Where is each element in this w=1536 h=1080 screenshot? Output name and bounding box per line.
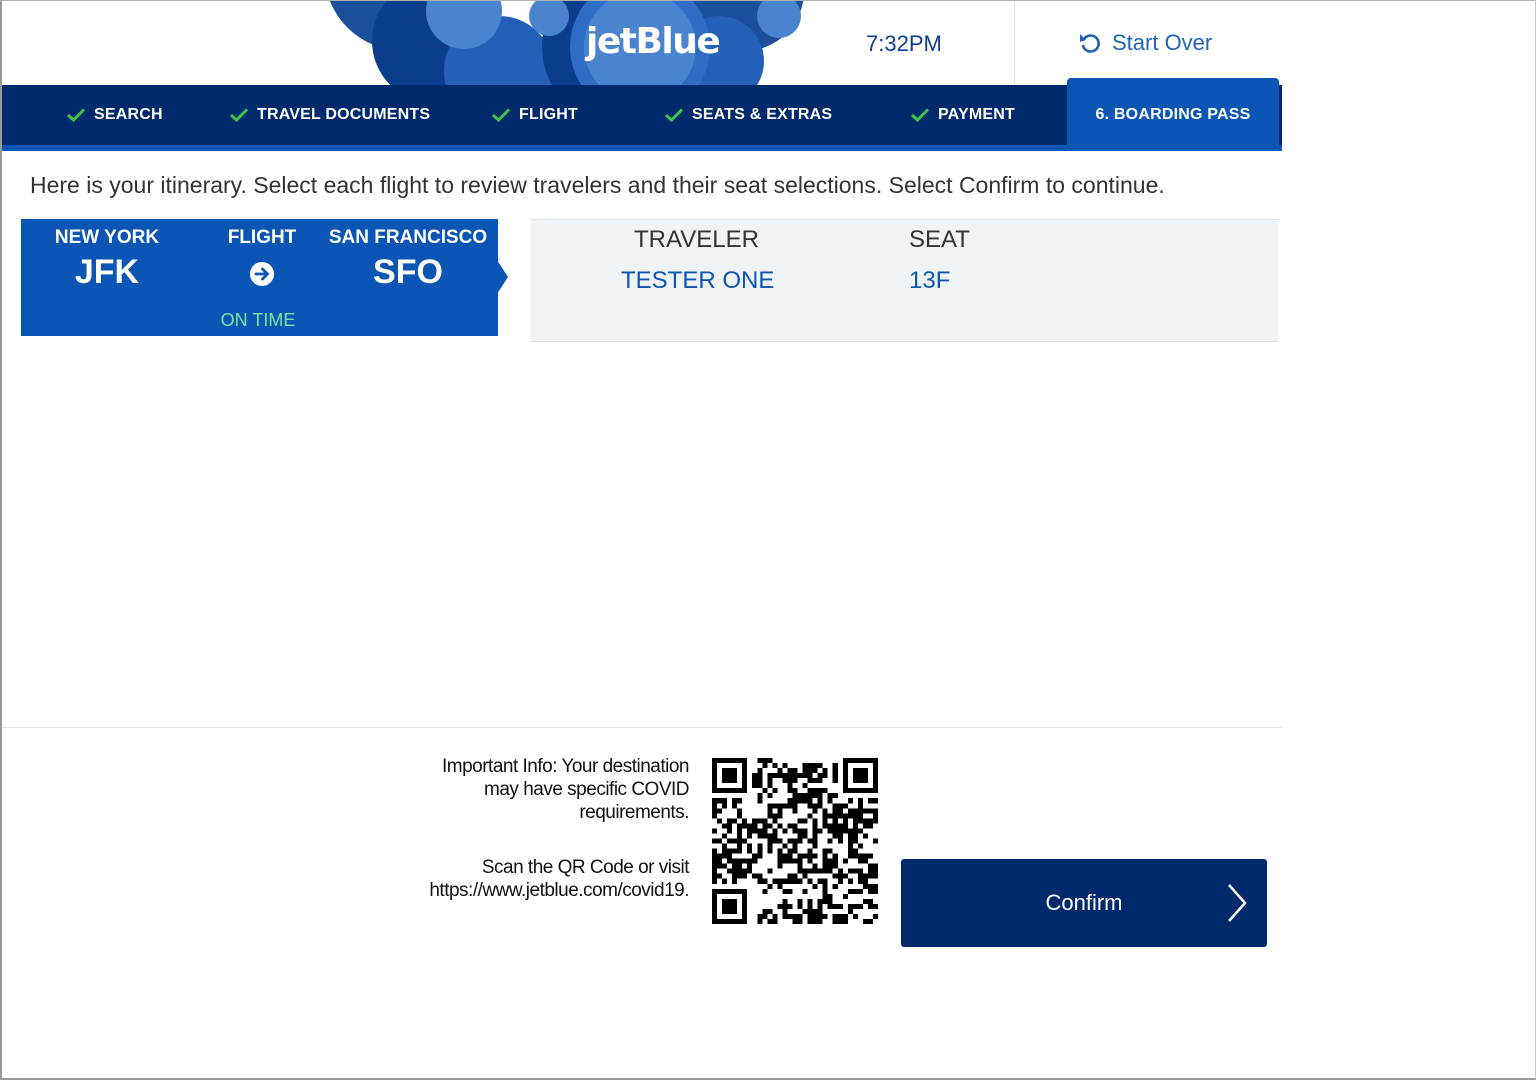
nav-step-search[interactable]: SEARCH xyxy=(66,85,163,145)
check-icon xyxy=(66,108,86,123)
nav-step-label: TRAVEL DOCUMENTS xyxy=(257,106,431,123)
header-divider xyxy=(1014,1,1015,85)
traveler-header: TRAVELER xyxy=(634,226,759,253)
check-icon xyxy=(229,108,249,123)
info-line: Important Info: Your destination xyxy=(441,756,690,777)
footer-divider xyxy=(2,727,1282,728)
covid-info: Important Info: Your destination may hav… xyxy=(429,755,689,902)
nav-step-payment[interactable]: PAYMENT xyxy=(910,85,1015,145)
nav-step-boarding-pass[interactable]: 6. BOARDING PASS xyxy=(1067,78,1279,145)
covid-url: https://www.jetblue.com/covid19. xyxy=(429,880,689,901)
info-line: requirements. xyxy=(579,802,689,823)
flight-label: FLIGHT xyxy=(227,227,297,248)
header: jetBlue 7:32PM Start Over xyxy=(2,1,1282,85)
clock: 7:32PM xyxy=(866,31,942,56)
traveler-panel: TRAVELER SEAT TESTER ONE 13F xyxy=(530,219,1279,342)
flight-card[interactable]: NEW YORK JFK FLIGHT SAN FRANCISCO SFO ON… xyxy=(21,219,498,336)
origin-code: JFK xyxy=(74,253,140,291)
info-line: may have specific COVID xyxy=(484,779,689,800)
destination: SAN FRANCISCO SFO xyxy=(326,219,490,292)
confirm-label: Confirm xyxy=(1045,890,1123,915)
arrow-right-circle-icon xyxy=(250,262,274,286)
nav-step-label: FLIGHT xyxy=(519,106,578,123)
chevron-right-icon xyxy=(1228,884,1247,922)
confirm-button[interactable]: Confirm xyxy=(901,859,1267,947)
origin: NEW YORK JFK xyxy=(21,219,193,292)
nav-step-label: PAYMENT xyxy=(938,106,1015,123)
nav-step-flight[interactable]: FLIGHT xyxy=(491,85,578,145)
qr-code xyxy=(712,758,878,924)
instruction-text: Here is your itinerary. Select each flig… xyxy=(30,172,1165,198)
logo-wordmark: jetBlue xyxy=(586,21,721,62)
traveler-seat: 13F xyxy=(909,267,951,294)
check-icon xyxy=(910,108,930,123)
origin-city: NEW YORK xyxy=(54,227,160,248)
jetblue-logo: jetBlue xyxy=(324,1,804,85)
check-icon xyxy=(491,108,511,123)
restart-icon xyxy=(1080,34,1100,53)
nav-step-travel-documents[interactable]: TRAVEL DOCUMENTS xyxy=(229,85,430,145)
start-over-label: Start Over xyxy=(1112,30,1213,55)
selected-pointer xyxy=(497,260,508,294)
nav-underline xyxy=(2,145,1282,151)
flight-info: FLIGHT xyxy=(213,219,311,287)
nav-step-label: 6. BOARDING PASS xyxy=(1095,106,1251,123)
flight-status: ON TIME xyxy=(220,310,296,330)
nav-step-label: SEATS & EXTRAS xyxy=(692,106,833,123)
dest-city: SAN FRANCISCO xyxy=(328,227,488,248)
start-over-button[interactable]: Start Over xyxy=(1078,30,1212,56)
check-icon xyxy=(664,108,684,123)
dest-code: SFO xyxy=(373,253,443,291)
traveler-name: TESTER ONE xyxy=(621,267,775,294)
scan-line: Scan the QR Code or visit xyxy=(481,857,690,878)
seat-header: SEAT xyxy=(909,226,970,253)
nav-step-label: SEARCH xyxy=(94,106,163,123)
nav-step-seats-extras[interactable]: SEATS & EXTRAS xyxy=(664,85,832,145)
